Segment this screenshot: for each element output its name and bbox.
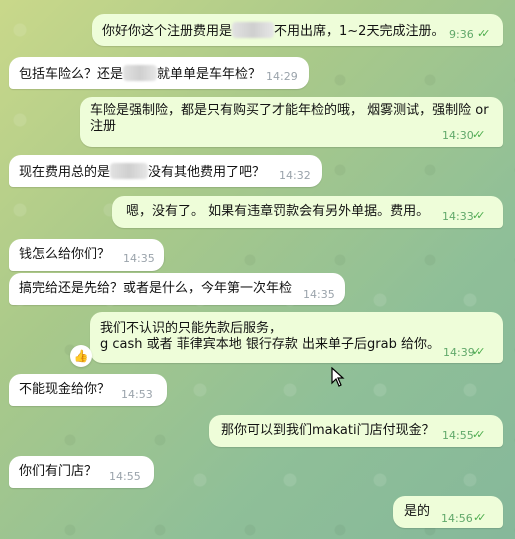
read-check-icon: ✓✓ [477, 27, 491, 40]
message-text: 就单单是车年检？ [157, 67, 262, 82]
message-time: 14:55 [442, 429, 474, 442]
read-check-icon: ✓✓ [472, 428, 486, 441]
message-time: 14:39 [443, 346, 475, 359]
redacted-text [110, 163, 149, 179]
message-bubble-incoming[interactable]: 包括车险么？还是 就单单是车年检？ 14:29 [9, 57, 309, 89]
redacted-text [232, 22, 275, 38]
message-bubble-incoming[interactable]: 不能现金给你？ 14:53 [9, 374, 167, 406]
message-bubble-incoming[interactable]: 搞完给还是先给？或者是什么，今年第一次年检 14:35 [9, 273, 345, 305]
mouse-cursor-icon [331, 367, 345, 387]
read-check-icon: ✓✓ [472, 345, 486, 358]
message-bubble-incoming[interactable]: 你们有门店？ 14:55 [9, 456, 154, 488]
message-time: 14:55 [109, 470, 141, 483]
message-bubble-outgoing[interactable]: 你好你这个注册费用是 不用出席，1~2天完成注册。 9:36 ✓✓ [92, 14, 503, 46]
message-time: 14:30 [442, 129, 474, 142]
message-text: 嗯，没有了。 如果有违章罚款会有另外单据。费用。 [126, 204, 430, 219]
message-text: 钱怎么给你们？ [19, 247, 111, 262]
read-check-icon: ✓✓ [472, 128, 486, 141]
message-text: 注册 [90, 119, 117, 134]
read-check-icon: ✓✓ [473, 511, 487, 524]
message-bubble-outgoing[interactable]: 车险是强制险，都是只有购买了才能年检的哦， 烟雾测试，强制险 or 注册 14:… [80, 97, 503, 147]
message-text: 我们不认识的只能先款后服务， [100, 321, 283, 336]
message-time: 14:56 [441, 512, 473, 525]
message-text: 你好你这个注册费用是 [102, 24, 233, 39]
message-text: 现在费用总的是 [19, 165, 111, 180]
message-bubble-outgoing[interactable]: 那你可以到我们makati门店付现金？ 14:55 ✓✓ [209, 415, 503, 447]
message-bubble-incoming[interactable]: 现在费用总的是 没有其他费用了吧？ 14:32 [9, 155, 322, 187]
message-bubble-outgoing[interactable]: 我们不认识的只能先款后服务， g cash 或者 菲律宾本地 银行存款 出来单子… [90, 312, 503, 363]
message-bubble-incoming[interactable]: 钱怎么给你们？ 14:35 [9, 239, 164, 271]
read-check-icon: ✓✓ [472, 209, 486, 222]
message-text: 不能现金给你？ [19, 382, 111, 397]
thumbs-up-reaction-icon[interactable]: 👍 [70, 345, 92, 367]
message-text: 没有其他费用了吧？ [148, 165, 266, 180]
redacted-text [123, 65, 158, 81]
message-text: 是的 [404, 504, 431, 519]
message-text: 不用出席，1~2天完成注册。 [274, 24, 445, 39]
message-time: 14:35 [123, 252, 155, 265]
message-time: 14:29 [266, 70, 298, 83]
message-time: 14:35 [303, 288, 335, 301]
message-time: 14:33 [442, 210, 474, 223]
message-text: 你们有门店？ [19, 464, 98, 479]
message-bubble-outgoing[interactable]: 是的 14:56 ✓✓ [393, 496, 503, 528]
message-text: 包括车险么？还是 [19, 67, 124, 82]
message-bubble-outgoing[interactable]: 嗯，没有了。 如果有违章罚款会有另外单据。费用。 14:33 ✓✓ [112, 196, 503, 228]
message-time: 14:53 [121, 388, 153, 401]
message-text: g cash 或者 菲律宾本地 银行存款 出来单子后grab 给你。 [100, 337, 440, 352]
message-text: 搞完给还是先给？或者是什么，今年第一次年检 [19, 281, 293, 296]
message-time: 14:32 [279, 169, 311, 182]
message-text: 车险是强制险，都是只有购买了才能年检的哦， 烟雾测试，强制险 or [90, 103, 489, 118]
message-text: 那你可以到我们makati门店付现金？ [221, 423, 435, 438]
message-time: 9:36 [449, 28, 474, 41]
